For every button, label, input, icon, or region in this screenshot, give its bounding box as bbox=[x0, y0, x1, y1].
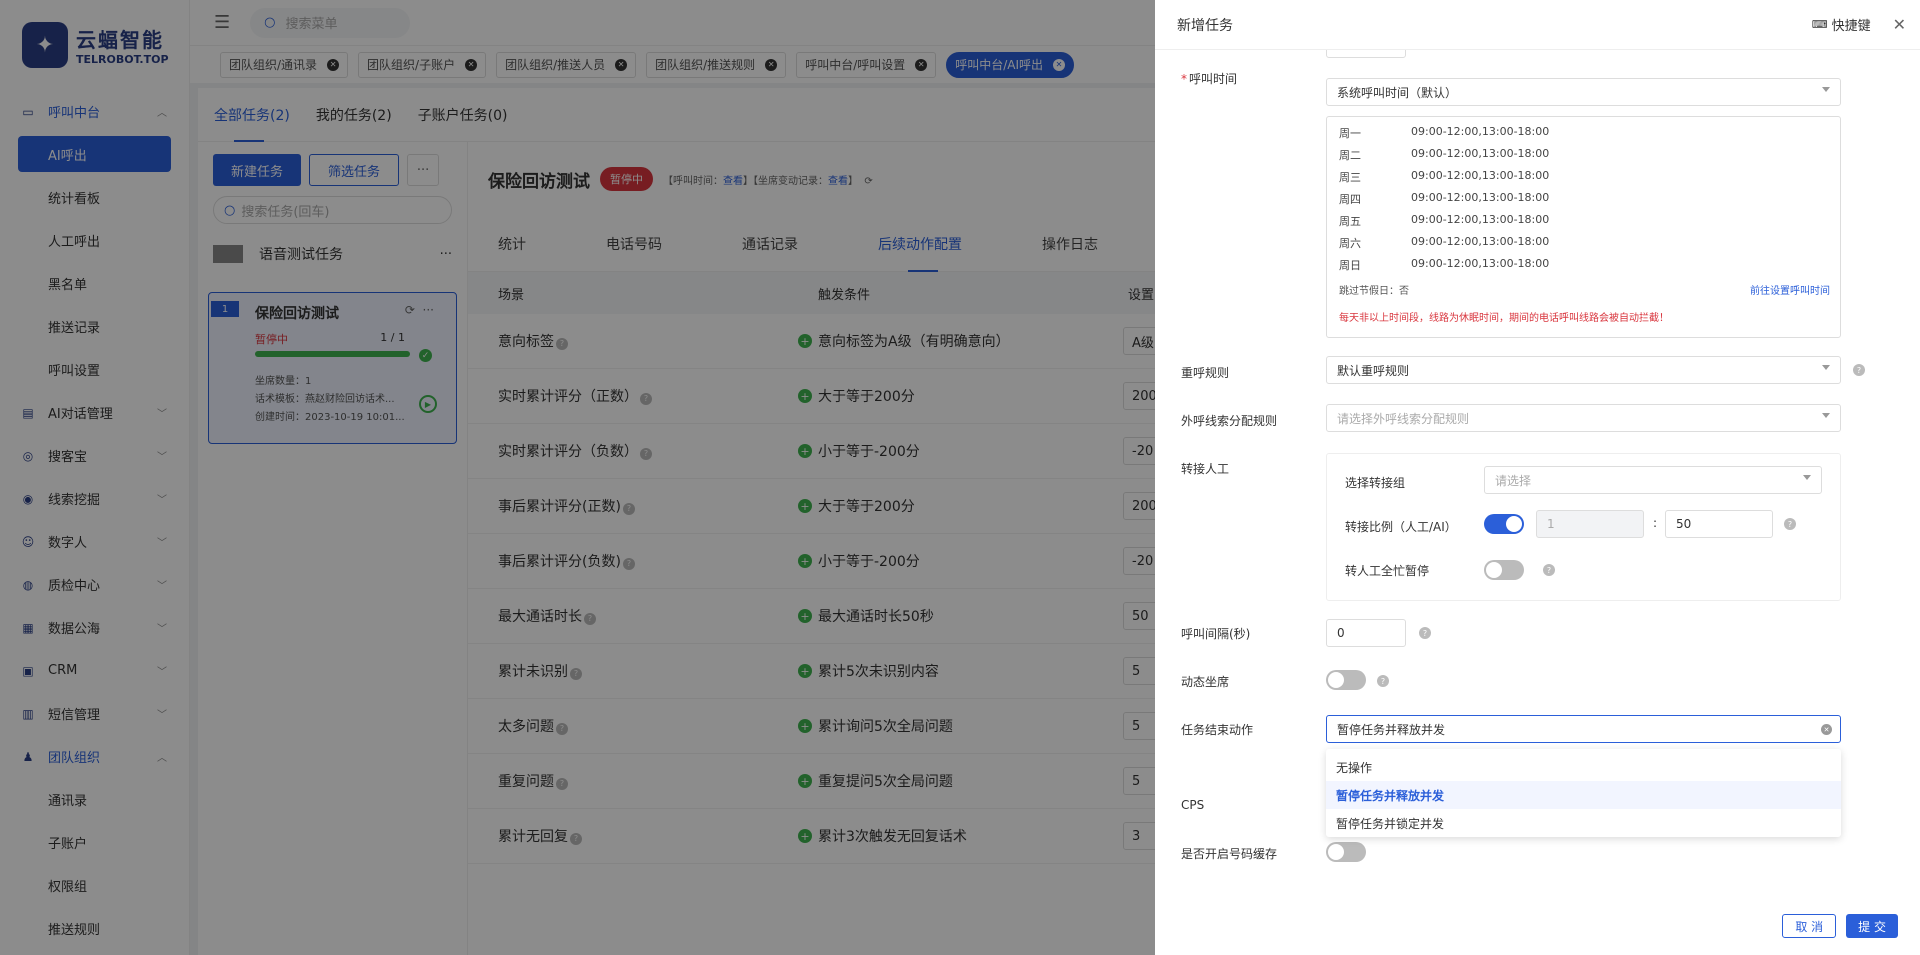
lead-rule-select[interactable]: 请选择外呼线索分配规则 bbox=[1326, 404, 1841, 432]
schedule-time: 09:00-12:00,13:00-18:00 bbox=[1411, 257, 1550, 270]
schedule-row: 周二 09:00-12:00,13:00-18:00 bbox=[1339, 147, 1549, 163]
schedule-time: 09:00-12:00,13:00-18:00 bbox=[1411, 191, 1550, 204]
ratio-label: 转接比例（人工/AI） bbox=[1345, 520, 1457, 534]
call-time-label: * 呼叫时间 bbox=[1181, 72, 1238, 86]
keyboard-icon: ⌨ bbox=[1811, 18, 1828, 31]
clear-icon[interactable]: ✕ bbox=[1821, 724, 1832, 735]
end-action-label: 任务结束动作 bbox=[1181, 723, 1254, 737]
chevron-down-icon bbox=[1822, 87, 1830, 92]
help-icon[interactable]: ? bbox=[1784, 518, 1796, 530]
call-schedule: 跳过节假日：否 前往设置呼叫时间 每天非以上时间段，线路为休眠时间，期间的电话呼… bbox=[1326, 116, 1841, 338]
end-action-option[interactable]: 暂停任务并释放并发 bbox=[1326, 781, 1841, 809]
schedule-day: 周四 bbox=[1339, 193, 1361, 206]
drawer-title: 新增任务 bbox=[1177, 17, 1233, 34]
schedule-row: 周五 09:00-12:00,13:00-18:00 bbox=[1339, 213, 1549, 229]
chevron-down-icon bbox=[1822, 365, 1830, 370]
help-icon[interactable]: ? bbox=[1377, 675, 1389, 687]
transfer-group-label: 选择转接组 bbox=[1345, 476, 1406, 490]
schedule-day: 周日 bbox=[1339, 259, 1361, 272]
dynamic-seat-toggle[interactable] bbox=[1326, 670, 1366, 690]
schedule-day: 周六 bbox=[1339, 237, 1361, 250]
schedule-row: 周六 09:00-12:00,13:00-18:00 bbox=[1339, 235, 1549, 251]
ratio-human-input[interactable]: 1 bbox=[1536, 510, 1644, 538]
schedule-day: 周二 bbox=[1339, 149, 1361, 162]
previous-field[interactable] bbox=[1326, 50, 1406, 58]
interval-input[interactable]: 0 bbox=[1326, 619, 1406, 647]
skip-holiday-text: 跳过节假日：否 bbox=[1339, 286, 1409, 297]
schedule-time: 09:00-12:00,13:00-18:00 bbox=[1411, 169, 1550, 182]
redial-rule-select[interactable]: 默认重呼规则 bbox=[1326, 356, 1841, 384]
transfer-label: 转接人工 bbox=[1181, 462, 1230, 476]
transfer-group-select[interactable]: 请选择 bbox=[1484, 466, 1822, 494]
help-icon[interactable]: ? bbox=[1853, 364, 1865, 376]
schedule-time: 09:00-12:00,13:00-18:00 bbox=[1411, 235, 1550, 248]
help-icon[interactable]: ? bbox=[1543, 564, 1555, 576]
redial-label: 重呼规则 bbox=[1181, 366, 1230, 380]
schedule-time: 09:00-12:00,13:00-18:00 bbox=[1411, 147, 1550, 160]
help-icon[interactable]: ? bbox=[1419, 627, 1431, 639]
goto-set-call-time-link[interactable]: 前往设置呼叫时间 bbox=[1750, 282, 1830, 297]
schedule-day: 周三 bbox=[1339, 171, 1361, 184]
dynamic-seat-label: 动态坐席 bbox=[1181, 675, 1230, 689]
schedule-time: 09:00-12:00,13:00-18:00 bbox=[1411, 125, 1550, 138]
submit-button[interactable]: 提 交 bbox=[1846, 914, 1898, 938]
end-action-option[interactable]: 无操作 bbox=[1326, 753, 1841, 781]
interval-label: 呼叫间隔(秒) bbox=[1181, 627, 1251, 641]
schedule-row: 周三 09:00-12:00,13:00-18:00 bbox=[1339, 169, 1549, 185]
shortcut-button[interactable]: ⌨ 快捷键 bbox=[1812, 15, 1871, 34]
ratio-ai-input[interactable]: 50 bbox=[1665, 510, 1773, 538]
busy-pause-toggle[interactable] bbox=[1484, 560, 1524, 580]
cps-label: CPS bbox=[1181, 798, 1205, 812]
cancel-button[interactable]: 取 消 bbox=[1782, 914, 1837, 938]
call-time-select[interactable]: 系统呼叫时间（默认） bbox=[1326, 78, 1841, 106]
close-icon[interactable]: ✕ bbox=[1893, 15, 1906, 34]
sleep-time-warning: 每天非以上时间段，线路为休眠时间，期间的电话呼叫线路会被自动拦截！ bbox=[1339, 313, 1669, 324]
transfer-settings: 选择转接组 请选择 转接比例（人工/AI） 1 : 50 ? 转人工全忙暂停 ? bbox=[1326, 453, 1841, 601]
schedule-row: 周日 09:00-12:00,13:00-18:00 bbox=[1339, 257, 1549, 273]
schedule-row: 周四 09:00-12:00,13:00-18:00 bbox=[1339, 191, 1549, 207]
schedule-time: 09:00-12:00,13:00-18:00 bbox=[1411, 213, 1550, 226]
schedule-day: 周一 bbox=[1339, 127, 1361, 140]
end-action-option[interactable]: 暂停任务并锁定并发 bbox=[1326, 809, 1841, 837]
end-action-dropdown: 无操作 暂停任务并释放并发 暂停任务并锁定并发 bbox=[1326, 749, 1841, 837]
number-cache-label: 是否开启号码缓存 bbox=[1181, 847, 1278, 861]
schedule-row: 周一 09:00-12:00,13:00-18:00 bbox=[1339, 125, 1549, 141]
ratio-separator: : bbox=[1653, 516, 1658, 530]
lead-rule-label: 外呼线索分配规则 bbox=[1181, 414, 1278, 428]
chevron-down-icon bbox=[1822, 413, 1830, 418]
new-task-drawer: 新增任务 ⌨ 快捷键 ✕ * 呼叫时间 系统呼叫时间（默认） 跳过节假日：否 前往设… bbox=[1155, 0, 1920, 955]
chevron-down-icon bbox=[1803, 475, 1811, 480]
schedule-day: 周五 bbox=[1339, 215, 1361, 228]
drawer-form: * 呼叫时间 系统呼叫时间（默认） 跳过节假日：否 前往设置呼叫时间 每天非以上时… bbox=[1155, 50, 1920, 897]
number-cache-toggle[interactable] bbox=[1326, 842, 1366, 862]
busy-pause-label: 转人工全忙暂停 bbox=[1345, 564, 1430, 578]
end-action-select[interactable]: 暂停任务并释放并发 ✕ bbox=[1326, 715, 1841, 743]
ratio-toggle[interactable] bbox=[1484, 514, 1524, 534]
